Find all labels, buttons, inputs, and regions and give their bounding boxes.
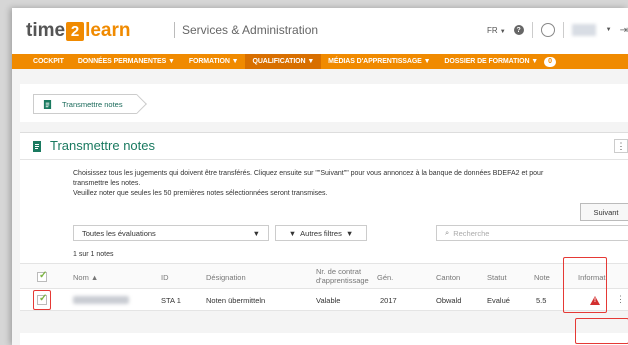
search-input[interactable]: ⌕ Recherche [436,225,628,241]
filter-bar: Toutes les évaluations ▼ ▼ Autres filtre… [73,225,367,241]
table-header: ✓ Nom ▲ ID Désignation Nr. de contrat d'… [20,263,628,289]
row-menu-icon[interactable]: ⋮ [616,294,625,305]
chevron-down-icon: ▼ [499,28,506,35]
search-icon: ⌕ [445,228,450,237]
other-filters-button[interactable]: ▼ Autres filtres ▼ [275,225,367,241]
user-menu-chevron-icon[interactable]: ▼ [606,27,612,33]
evaluation-select[interactable]: Toutes les évaluations ▼ [73,225,269,241]
main-navbar: COCKPIT DONNÉES PERMANENTES ▼ FORMATION … [12,54,628,69]
header-divider [174,22,175,38]
row-note: 5.5 [536,296,547,305]
panel-header: Transmettre notes ⋮ [20,133,628,160]
table-row[interactable]: ✓ STA 1 Noten übermitteln Valable 2017 O… [20,289,628,311]
help-icon[interactable]: ? [513,25,524,35]
time2learn-logo[interactable]: time 2 learn [26,20,131,42]
panel-title: Transmettre notes [50,138,156,153]
check-icon: ✓ [39,293,48,304]
warning-icon[interactable]: ! [590,296,600,305]
breadcrumb-item-transmettre-notes[interactable]: Transmettre notes [33,94,137,114]
user-icon[interactable] [540,23,555,37]
header-tools: FR ▼ ? ▼ ⇥ [487,22,628,38]
row-checkbox[interactable]: ✓ [37,293,48,305]
row-name-blurred [73,296,129,304]
nav-formation[interactable]: FORMATION ▼ [182,54,246,69]
chevron-down-icon: ▼ [252,228,260,238]
col-id[interactable]: ID [161,273,169,282]
col-designation[interactable]: Désignation [206,273,246,282]
col-contract[interactable]: Nr. de contrat d'apprentissage [316,267,369,285]
top-header: time 2 learn Services & Administration F… [12,8,628,54]
document-icon [43,100,52,109]
col-information[interactable]: Informati [578,273,607,282]
user-name-blurred[interactable] [571,24,596,36]
nav-medias-apprentissage[interactable]: MÉDIAS D'APPRENTISSAGE ▼ [321,54,437,69]
col-canton[interactable]: Canton [436,273,460,282]
transmit-notes-panel: Transmettre notes ⋮ Choisissez tous les … [20,132,628,345]
row-designation: Noten übermitteln [206,296,266,305]
result-count: 1 sur 1 notes [73,251,114,258]
col-name[interactable]: Nom ▲ [73,273,98,282]
chevron-down-icon: ▼ [345,228,354,238]
col-gen[interactable]: Gén. [377,273,393,282]
nav-dossier-formation[interactable]: DOSSIER DE FORMATION ▼ 0 [437,54,562,69]
row-contract: Valable [316,296,341,305]
nav-donnees-permanentes[interactable]: DONNÉES PERMANENTES ▼ [71,54,182,69]
next-button[interactable]: Suivant [580,203,628,221]
instructions-text: Choisissez tous les jugements qui doiven… [73,170,544,197]
header-title: Services & Administration [182,23,319,37]
select-all-checkbox[interactable]: ✓ [37,270,48,282]
header-divider-3 [562,22,564,38]
logout-icon[interactable]: ⇥ [620,25,628,36]
header-divider-2 [531,22,533,38]
app-window: time 2 learn Services & Administration F… [12,8,628,345]
filter-icon: ▼ [288,228,297,238]
breadcrumb: Transmettre notes [20,84,628,122]
row-canton: Obwald [436,296,462,305]
row-statut: Evalué [487,296,510,305]
document-icon [33,141,41,152]
col-note[interactable]: Note [534,273,550,282]
nav-qualification[interactable]: QUALIFICATION ▼ [245,54,322,69]
row-gen: 2017 [380,296,397,305]
row-id: STA 1 [161,296,181,305]
table-footer [20,311,628,333]
nav-cockpit[interactable]: COCKPIT [26,54,71,69]
notification-badge: 0 [544,57,556,67]
col-statut[interactable]: Statut [487,273,507,282]
check-icon: ✓ [39,270,48,281]
language-selector[interactable]: FR ▼ [487,26,506,35]
panel-menu-icon[interactable]: ⋮ [614,139,628,153]
